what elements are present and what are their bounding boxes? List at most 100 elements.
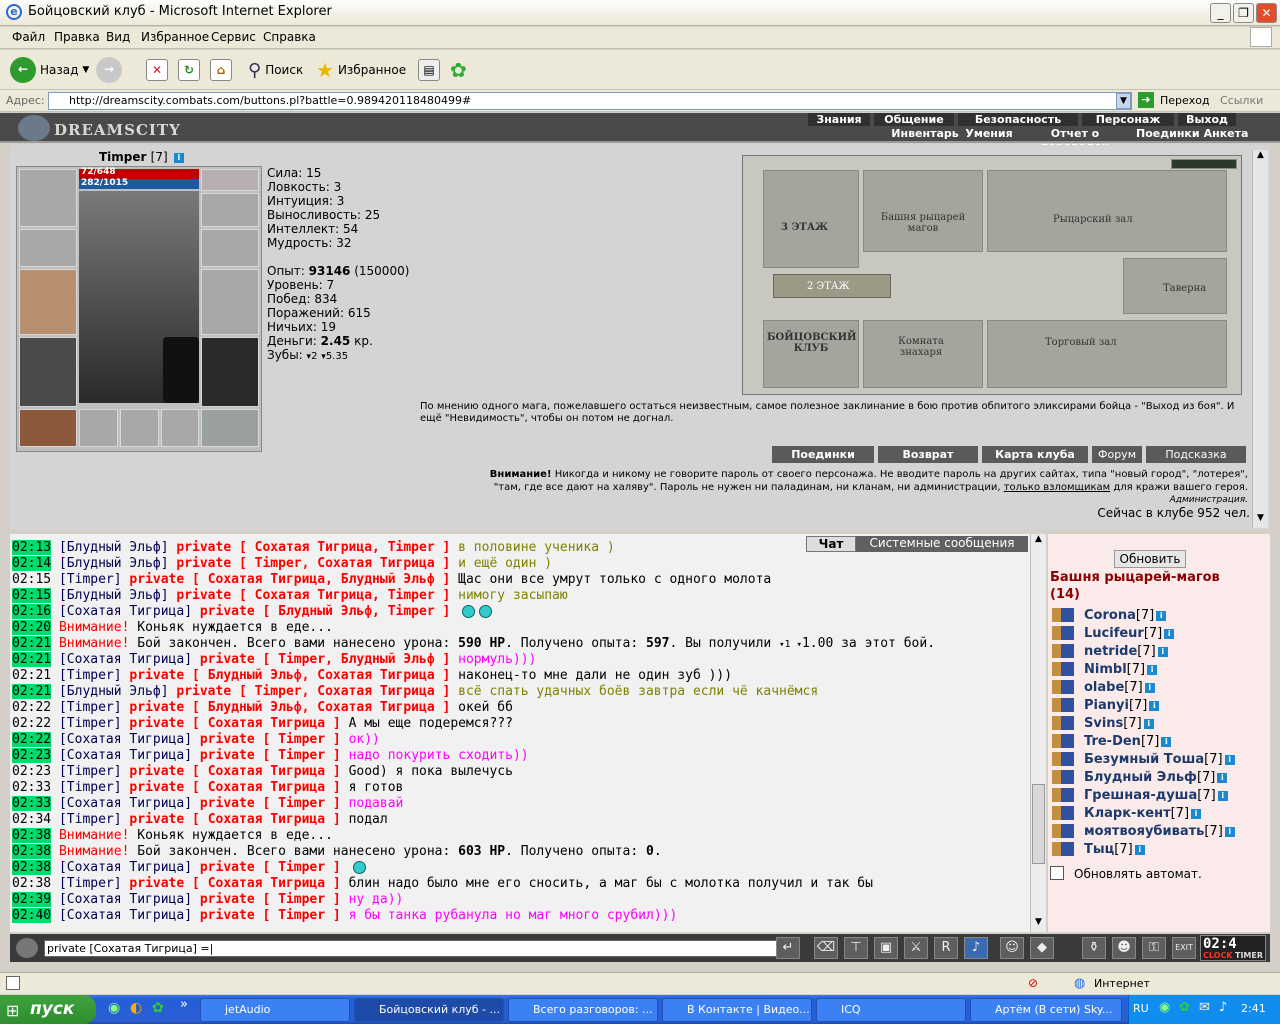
search-button[interactable]: ⚲ Поиск (248, 56, 303, 84)
user-status-icon[interactable] (1052, 824, 1074, 838)
eraser-icon[interactable]: ⌫ (814, 937, 838, 959)
user-info-icon[interactable]: i (1224, 826, 1235, 837)
chat-private-recipients[interactable]: private [ Блудный Эльф, Сохатая Тигрица … (129, 668, 450, 683)
scroll-down-icon[interactable]: ▼ (1253, 513, 1268, 528)
chat-scroll-thumb[interactable] (1032, 784, 1045, 864)
chat-sender[interactable]: [Сохатая Тигрица] (59, 860, 192, 875)
refresh-button[interactable]: ↻ (178, 56, 200, 84)
subnav-duels[interactable]: Поединки (1136, 127, 1200, 140)
bottle-icon[interactable]: ⚱ (1082, 937, 1106, 959)
tab-system-messages[interactable]: Системные сообщения (856, 536, 1028, 552)
smiley-icon[interactable]: ☺ (1000, 937, 1024, 959)
save-icon[interactable]: ▣ (874, 937, 898, 959)
user-info-icon[interactable]: i (1147, 664, 1158, 675)
menu-tools[interactable]: Сервис (211, 30, 256, 44)
chat-menu-icon[interactable] (16, 938, 38, 958)
user-list-item[interactable]: Тыц[7] i (1084, 842, 1145, 858)
quicklaunch-icon-2[interactable]: ◐ (130, 1000, 142, 1016)
popup-blocked-icon[interactable]: ⊘ (1028, 976, 1038, 990)
address-dropdown-icon[interactable]: ▼ (1116, 93, 1131, 109)
user-status-icon[interactable] (1052, 716, 1074, 730)
user-info-icon[interactable]: i (1217, 790, 1228, 801)
slot-rune-1[interactable] (79, 409, 118, 447)
slot-orb[interactable] (163, 337, 199, 403)
chat-scroll-up-icon[interactable]: ▲ (1031, 534, 1046, 549)
map-knights-hall[interactable] (987, 170, 1227, 252)
user-status-icon[interactable] (1052, 788, 1074, 802)
user-status-icon[interactable] (1052, 770, 1074, 784)
slot-weapon-left[interactable] (19, 269, 77, 335)
map-tower[interactable] (863, 170, 983, 252)
fighter-icon[interactable]: ⚔ (904, 937, 928, 959)
chat-private-recipients[interactable]: private [ Timper, Блудный Эльф ] (200, 652, 450, 667)
slot-pants[interactable] (201, 337, 259, 407)
chat-sender[interactable]: [Timper] (59, 572, 122, 587)
user-info-icon[interactable]: i (1191, 808, 1202, 819)
user-name[interactable]: Tre-Den (1084, 734, 1141, 749)
chat-private-recipients[interactable]: private [ Timper ] (200, 748, 341, 763)
user-info-icon[interactable]: i (1164, 628, 1175, 639)
slot-gloves[interactable] (201, 229, 259, 267)
chat-sender[interactable]: [Timper] (59, 780, 122, 795)
user-status-icon[interactable] (1052, 734, 1074, 748)
map-club[interactable] (763, 320, 859, 388)
chat-sender[interactable]: [Timper] (59, 716, 122, 731)
map-floor3[interactable] (763, 170, 859, 268)
back-dropdown-icon[interactable]: ▼ (82, 65, 89, 75)
slot-armor[interactable] (19, 337, 77, 407)
user-info-icon[interactable]: i (1143, 718, 1154, 729)
user-list-item[interactable]: Безумный Тоша[7] i (1084, 752, 1235, 768)
exit-icon[interactable]: EXIT (1172, 937, 1196, 959)
task-vkontakte[interactable]: В Контакте | Видео... (662, 998, 812, 1022)
close-button[interactable]: ✕ (1256, 3, 1277, 23)
menu-view[interactable]: Вид (106, 30, 130, 44)
duels-button[interactable]: Поединки (772, 446, 874, 463)
nav-exit[interactable]: Выход (1178, 113, 1236, 126)
menu-edit[interactable]: Правка (54, 30, 100, 44)
user-list-item[interactable]: Pianyi[7] i (1084, 698, 1160, 714)
address-input[interactable]: http://dreamscity.combats.com/buttons.pl… (48, 92, 1132, 110)
slot-earrings[interactable] (19, 169, 77, 227)
user-list-item[interactable]: Tre-Den[7] i (1084, 734, 1172, 750)
user-list-item[interactable]: Грешная-душа[7] i (1084, 788, 1228, 804)
chat-private-recipients[interactable]: private [ Сохатая Тигрица, Блудный Эльф … (129, 572, 450, 587)
user-name[interactable]: olabe (1084, 680, 1124, 695)
chat-sender[interactable]: [Timper] (59, 700, 122, 715)
slot-boots[interactable] (201, 409, 259, 447)
chat-private-recipients[interactable]: private [ Timper, Сохатая Тигрица ] (176, 556, 450, 571)
chat-private-recipients[interactable]: private [ Блудный Эльф, Timper ] (200, 604, 450, 619)
user-name[interactable]: Блудный Эльф (1084, 770, 1197, 785)
chat-private-recipients[interactable]: private [ Сохатая Тигрица ] (129, 812, 340, 827)
warning-link[interactable]: только взломщикам (1004, 482, 1110, 493)
music-icon[interactable]: ♪ (964, 937, 988, 959)
chat-sender[interactable]: [Timper] (59, 876, 122, 891)
tray-icon-3[interactable]: ✉ (1199, 1000, 1210, 1015)
map-trade-hall[interactable] (987, 320, 1227, 388)
history-button[interactable]: ▤ (418, 56, 440, 84)
chat-sender[interactable]: [Сохатая Тигрица] (59, 796, 192, 811)
user-name[interactable]: Тыц (1084, 842, 1114, 857)
chat-private-recipients[interactable]: private [ Сохатая Тигрица, Timper ] (176, 540, 450, 555)
clan-icon[interactable]: ◆ (1030, 937, 1054, 959)
chat-private-recipients[interactable]: private [ Timper ] (200, 732, 341, 747)
user-name[interactable]: netride (1084, 644, 1137, 659)
user-status-icon[interactable] (1052, 842, 1074, 856)
user-list-item[interactable]: olabe[7] i (1084, 680, 1155, 696)
task-jetaudio[interactable]: jetAudio (200, 998, 350, 1022)
chat-sender[interactable]: [Timper] (59, 764, 122, 779)
chat-private-recipients[interactable]: private [ Сохатая Тигрица ] (129, 780, 340, 795)
user-status-icon[interactable] (1052, 662, 1074, 676)
chat-scrollbar[interactable]: ▲ ▼ (1030, 534, 1046, 932)
stop-button[interactable]: ✕ (146, 56, 168, 84)
tab-chat[interactable]: Чат (806, 536, 856, 552)
slot-weapon-right[interactable] (201, 269, 259, 335)
chat-sender[interactable]: [Блудный Эльф] (59, 684, 169, 699)
chat-private-recipients[interactable]: private [ Сохатая Тигрица ] (129, 716, 340, 731)
user-name[interactable]: Lucifeur (1084, 626, 1144, 641)
user-status-icon[interactable] (1052, 626, 1074, 640)
user-info-icon[interactable]: i (1157, 646, 1168, 657)
chat-sender[interactable]: [Сохатая Тигрица] (59, 908, 192, 923)
chat-input[interactable]: private [Сохатая Тигрица] =| (44, 940, 782, 957)
icq-button[interactable]: ✿ (450, 56, 467, 84)
nav-security[interactable]: Безопасность (958, 113, 1078, 126)
